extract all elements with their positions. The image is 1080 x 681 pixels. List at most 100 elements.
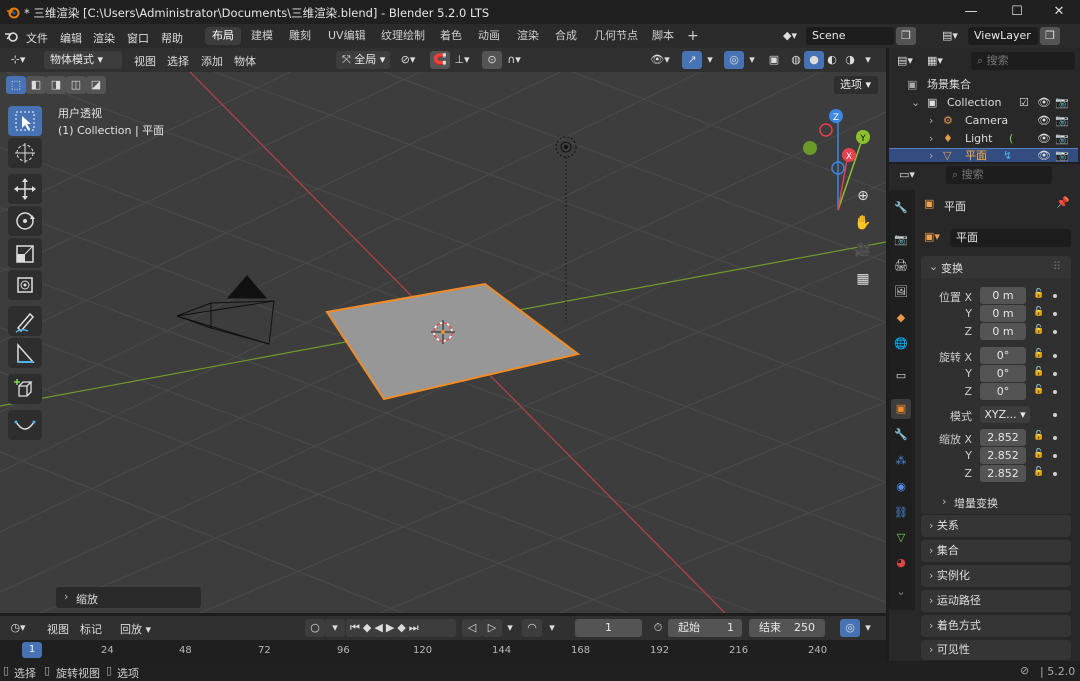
modifier-tab-icon[interactable]: 🔧 xyxy=(891,425,911,445)
physics-tab-icon[interactable]: ◉ xyxy=(891,477,911,497)
location-y-field[interactable]: 0 m xyxy=(980,305,1026,322)
new-view-layer-icon[interactable]: ❐ xyxy=(1040,27,1060,45)
tool-scale[interactable] xyxy=(8,238,42,268)
playback-controls[interactable]: ⏮◆◀▶◆⏭ xyxy=(346,619,456,637)
location-z-field[interactable]: 0 m xyxy=(980,323,1026,340)
object-datablock-icon[interactable]: ▣▾ xyxy=(924,230,940,243)
scale-z-field[interactable]: 2.852 xyxy=(980,465,1026,482)
auto-keying-icon[interactable]: ◠ xyxy=(522,619,542,637)
rotation-z-field[interactable]: 0° xyxy=(980,383,1026,400)
viewport-menu-select[interactable]: 选择 xyxy=(167,53,189,69)
object-tab-icon[interactable]: ▣ xyxy=(891,399,911,419)
output-tab-icon[interactable]: 🖨 xyxy=(891,256,911,276)
chevron-down-icon[interactable]: ⌄ xyxy=(911,94,920,112)
overlay-toggle-icon[interactable]: ◎ xyxy=(724,51,744,69)
visibility-eye-icon[interactable]: 👁 xyxy=(1037,112,1051,130)
outliner-row-plane[interactable]: › ▽ 平面 ↯ 👁 📷 xyxy=(889,148,1078,162)
tool-measure[interactable] xyxy=(8,338,42,368)
keyframe-dot-icon[interactable] xyxy=(1053,354,1057,358)
lock-icon[interactable]: 🔓 xyxy=(1033,385,1044,395)
record-toggle-icon[interactable]: ○ xyxy=(305,619,325,637)
location-x-field[interactable]: 0 m xyxy=(980,287,1026,304)
rendered-shading-icon[interactable]: ◑ xyxy=(840,51,860,69)
falloff-icon[interactable]: ∩▾ xyxy=(504,51,524,69)
tab-texture-paint[interactable]: 纹理绘制 xyxy=(374,27,432,45)
chevron-right-icon[interactable]: › xyxy=(929,130,933,148)
start-frame-field[interactable]: 起始 1 xyxy=(668,619,742,637)
tool-cursor[interactable] xyxy=(8,138,42,168)
minimize-button[interactable]: — xyxy=(948,0,994,24)
tab-geometry-nodes[interactable]: 几何节点 xyxy=(587,27,645,45)
tool-select-box[interactable] xyxy=(8,106,42,136)
viewport-menu-view[interactable]: 视图 xyxy=(134,53,156,69)
tool-rotate[interactable] xyxy=(8,206,42,236)
close-button[interactable]: ✕ xyxy=(1036,0,1080,24)
mode-selector[interactable]: 物体模式 ▾ xyxy=(44,51,122,69)
tool-tab-icon[interactable]: 🔧 xyxy=(891,198,911,218)
render-camera-icon[interactable]: 📷 xyxy=(1055,130,1069,148)
panel-instancing[interactable]: › 实例化 xyxy=(921,565,1071,587)
viewport-scene[interactable]: Z Y X xyxy=(0,72,886,613)
collection-tab-icon[interactable]: ▭ xyxy=(891,366,911,386)
panel-collections[interactable]: › 集合 xyxy=(921,540,1071,562)
outliner-row-scene-collection[interactable]: ▣ 场景集合 xyxy=(889,76,1078,94)
view-layer-icon[interactable]: ▤▾ xyxy=(940,27,960,45)
panel-visibility[interactable]: › 可见性 xyxy=(921,640,1071,660)
pin-icon[interactable]: 📌 xyxy=(1056,196,1070,209)
visibility-eye-icon[interactable]: 👁 xyxy=(1037,149,1051,162)
data-tab-icon[interactable]: ▽ xyxy=(891,528,911,548)
lock-icon[interactable]: 🔓 xyxy=(1033,307,1044,317)
select-invert-icon[interactable]: ◫ xyxy=(66,76,86,94)
delta-transform-subpanel[interactable]: › 增量变换 xyxy=(936,493,1066,511)
editor-type-icon[interactable]: ⊹▾ xyxy=(8,51,28,69)
view-layer-tab-icon[interactable]: 🖼 xyxy=(891,282,911,302)
next-marker-icon[interactable]: ▷ xyxy=(482,619,502,637)
tool-add-cube[interactable] xyxy=(8,374,42,404)
render-camera-icon[interactable]: 📷 xyxy=(1055,149,1069,162)
timeline-scrubber[interactable]: 1 xyxy=(0,640,886,662)
material-tab-icon[interactable]: ◕ xyxy=(891,553,911,573)
keyframe-dot-icon[interactable] xyxy=(1053,413,1057,417)
maximize-button[interactable]: ☐ xyxy=(994,0,1040,24)
viewport-menu-object[interactable]: 物体 xyxy=(234,53,256,69)
current-frame-field[interactable]: 1 xyxy=(575,619,642,637)
lock-icon[interactable]: 🔓 xyxy=(1033,325,1044,335)
tool-annotate[interactable] xyxy=(8,306,42,336)
world-tab-icon[interactable]: 🌐 xyxy=(891,334,911,354)
gizmo-toggle-icon[interactable]: ↗ xyxy=(682,51,702,69)
tool-move[interactable] xyxy=(8,174,42,204)
particles-tab-icon[interactable]: ⁂ xyxy=(891,451,911,471)
visibility-eye-icon[interactable]: 👁 xyxy=(1037,94,1051,112)
drag-handle-icon[interactable]: ⠿ xyxy=(1053,260,1061,273)
blender-menu-icon[interactable] xyxy=(4,29,20,43)
proportional-edit-icon[interactable]: ⊙ xyxy=(482,51,502,69)
options-dropdown[interactable]: 选项 ▾ xyxy=(834,76,878,94)
outliner-search-input[interactable]: ⌕ 搜索 xyxy=(971,52,1075,70)
keying-options-icon[interactable]: ▾ xyxy=(542,619,562,637)
prev-marker-icon[interactable]: ◁ xyxy=(462,619,482,637)
lock-icon[interactable]: 🔓 xyxy=(1033,431,1044,441)
tab-scripting[interactable]: 脚本 xyxy=(645,27,681,45)
viewport-menu-add[interactable]: 添加 xyxy=(201,53,223,69)
scale-y-field[interactable]: 2.852 xyxy=(980,447,1026,464)
menu-edit[interactable]: 编辑 xyxy=(60,30,82,46)
keyframe-dot-icon[interactable] xyxy=(1053,472,1057,476)
chevron-right-icon[interactable]: › xyxy=(929,149,933,162)
outliner-filter-icon[interactable]: ▦▾ xyxy=(925,52,945,70)
view-layer-field[interactable]: ViewLayer xyxy=(968,27,1038,45)
lock-icon[interactable]: 🔓 xyxy=(1033,467,1044,477)
tab-sculpting[interactable]: 雕刻 xyxy=(282,27,318,45)
marker-options-icon[interactable]: ▾ xyxy=(500,619,520,637)
lock-icon[interactable]: 🔓 xyxy=(1033,367,1044,377)
scene-tab-icon[interactable]: ◆ xyxy=(891,308,911,328)
visibility-icon[interactable]: 👁▾ xyxy=(650,51,670,69)
tab-compositing[interactable]: 合成 xyxy=(548,27,584,45)
lock-icon[interactable]: 🔓 xyxy=(1033,349,1044,359)
snap-options-icon[interactable]: ⊥▾ xyxy=(452,51,472,69)
exclude-checkbox-icon[interactable]: ☑ xyxy=(1019,94,1029,112)
outliner-editor-icon[interactable]: ▤▾ xyxy=(895,52,915,70)
panel-motion-paths[interactable]: › 运动路径 xyxy=(921,590,1071,612)
gizmo-options-icon[interactable]: ▾ xyxy=(700,51,720,69)
properties-search-input[interactable]: ⌕ 搜索 xyxy=(946,166,1052,184)
properties-editor-icon[interactable]: ▭▾ xyxy=(897,166,917,184)
